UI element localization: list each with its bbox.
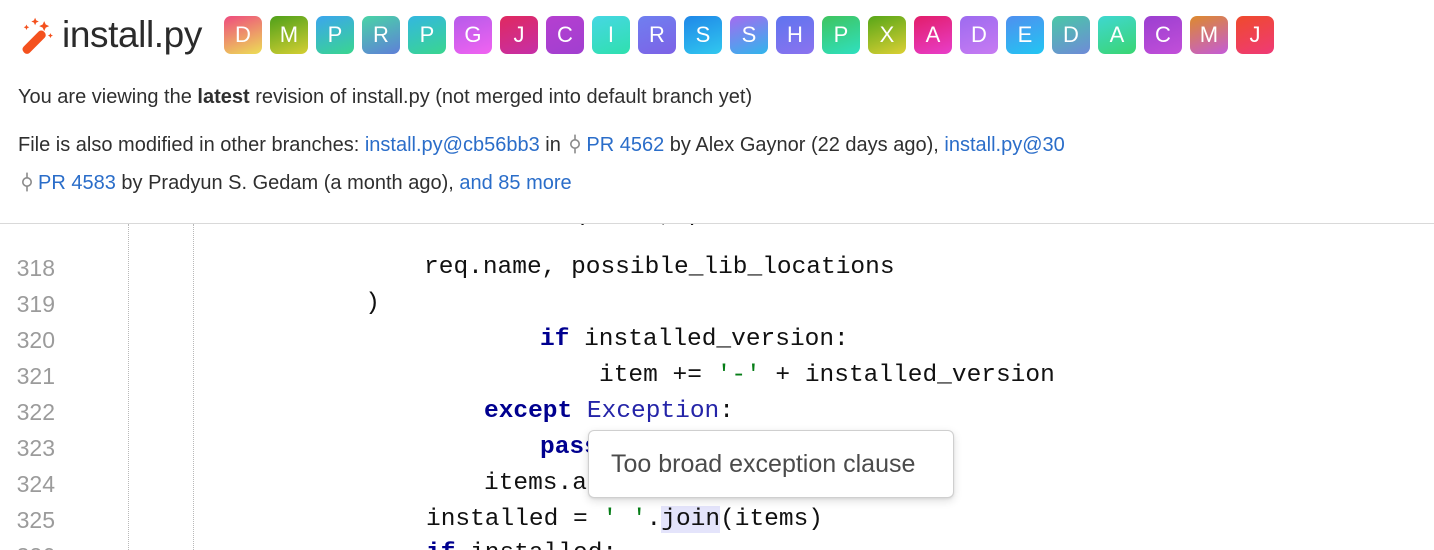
avatar[interactable]: C [1143,16,1182,54]
avatar[interactable]: I [591,16,630,54]
pull-request-icon-2 [22,172,32,192]
other-branches-notice: File is also modified in other branches:… [0,110,1434,202]
branches-label: File is also modified in other branches: [18,134,365,156]
code-keyword-if-326: if [426,540,455,550]
code-line-326[interactable]: if installed: [0,536,1434,550]
code-method-join: join [661,506,721,533]
code-dot-325: . [646,506,662,533]
avatar[interactable]: S [729,16,768,54]
avatar[interactable]: J [1235,16,1274,54]
avatar[interactable]: M [269,16,308,54]
pull-request-icon [570,134,581,154]
branch-link-2[interactable]: install.py@30 [944,134,1064,156]
code-string-space: ' ' [602,506,647,533]
code-editor[interactable]: 318319320321322323324325326 req.name, po… [0,224,1434,550]
avatar[interactable]: P [407,16,446,54]
pr-link-2[interactable]: PR 4583 [38,172,116,194]
revision-notice: You are viewing the latest revision of i… [0,70,1434,110]
code-content[interactable]: req.name, possible_lib_locations req.nam… [0,224,1434,550]
notice-prefix: You are viewing the [18,86,198,108]
code-class-exception: Exception [586,398,720,425]
code-colon-322: : [719,398,734,425]
code-text-321a: item += [599,362,717,389]
code-text-326: installed: [455,540,617,550]
branches-by-1: by Alex Gaynor (22 days ago), [664,134,945,156]
avatar[interactable]: P [821,16,860,54]
avatar[interactable]: G [453,16,492,54]
code-line-325[interactable]: installed = ' '.join(items) [0,502,1434,538]
code-line-clipped-top: req.name, possible_lib_locations [0,224,1434,233]
screenshot-root: install.py DMPRPGJCIRSSHPXADEDACMJ You a… [0,0,1434,550]
avatar[interactable]: D [959,16,998,54]
avatar[interactable]: P [315,16,354,54]
file-header: install.py DMPRPGJCIRSSHPXADEDACMJ You a… [0,0,1434,224]
avatar[interactable]: D [223,16,262,54]
avatar[interactable]: H [775,16,814,54]
avatar[interactable]: M [1189,16,1228,54]
contributor-avatars: DMPRPGJCIRSSHPXADEDACMJ [223,16,1274,54]
notice-suffix: revision of install.py (not merged into … [249,86,753,108]
code-line-318[interactable]: req.name, possible_lib_locations [0,250,1434,286]
show-more-branches-link[interactable]: and 85 more [459,172,571,194]
pr-link-1[interactable]: PR 4562 [586,134,664,156]
branches-by-2: by Pradyun S. Gedam (a month ago), [115,172,460,194]
avatar[interactable]: X [867,16,906,54]
avatar[interactable]: A [913,16,952,54]
warning-tooltip-text: Too broad exception clause [611,449,916,478]
code-text-325b: (items) [720,506,823,533]
avatar[interactable]: D [1051,16,1090,54]
avatar[interactable]: E [1005,16,1044,54]
avatar[interactable]: S [683,16,722,54]
code-line-322[interactable]: except Exception: [0,394,1434,430]
code-text-325a: installed = [426,506,603,533]
page-title: install.py [62,14,202,55]
code-line-320[interactable]: if installed_version: [0,322,1434,358]
title-row: install.py DMPRPGJCIRSSHPXADEDACMJ [0,0,1434,70]
code-line-321[interactable]: item += '-' + installed_version [0,358,1434,394]
code-keyword-if: if [540,326,570,353]
magic-wand-icon [22,17,53,54]
warning-tooltip: Too broad exception clause [588,430,954,498]
branch-link-1[interactable]: install.py@cb56bb3 [365,134,540,156]
code-string-dash: '-' [716,362,761,389]
code-text-319: ) [130,290,380,317]
code-text-321b: + installed_version [760,362,1055,389]
avatar[interactable]: A [1097,16,1136,54]
code-line-319[interactable]: ) [0,286,1434,322]
notice-bold: latest [197,86,250,108]
branches-in-text: in [539,134,567,156]
code-keyword-except: except [484,398,573,425]
avatar[interactable]: R [637,16,676,54]
code-text-320: installed_version: [569,326,849,353]
avatar[interactable]: R [361,16,400,54]
avatar[interactable]: J [499,16,538,54]
code-text-318: req.name, possible_lib_locations [130,254,895,281]
avatar[interactable]: C [545,16,584,54]
